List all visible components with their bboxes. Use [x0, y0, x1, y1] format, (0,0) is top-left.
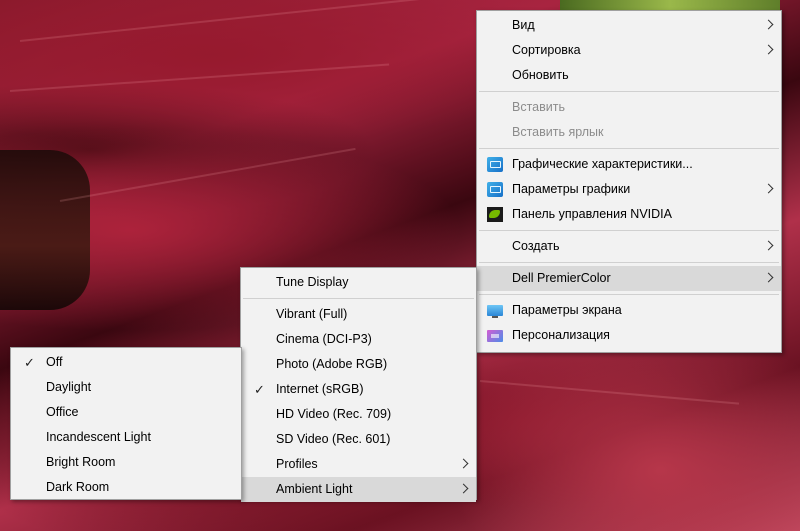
- intel-graphics-icon: [487, 182, 503, 197]
- wallpaper-shadow: [0, 150, 90, 310]
- menu-item-label: Bright Room: [46, 455, 116, 469]
- menu-item-label: Обновить: [512, 68, 569, 82]
- menu-item-label: SD Video (Rec. 601): [276, 432, 391, 446]
- menu-item-dell-premiercolor[interactable]: Dell PremierColor: [477, 266, 781, 291]
- menu-item-cinema[interactable]: Cinema (DCI-P3): [241, 327, 476, 352]
- wallpaper-streak: [9, 63, 390, 92]
- chevron-right-icon: [763, 183, 774, 194]
- menu-item-display-settings[interactable]: Параметры экрана: [477, 298, 781, 323]
- menu-item-nvidia-control-panel[interactable]: Панель управления NVIDIA: [477, 202, 781, 227]
- menu-separator: [479, 294, 779, 295]
- chevron-right-icon: [458, 458, 469, 469]
- menu-item-label: Internet (sRGB): [276, 382, 364, 396]
- premiercolor-submenu: Tune Display Vibrant (Full) Cinema (DCI-…: [240, 267, 477, 502]
- menu-item-graphics-settings[interactable]: Параметры графики: [477, 177, 781, 202]
- wallpaper-streak: [19, 0, 438, 42]
- menu-item-label: Tune Display: [276, 275, 349, 289]
- menu-item-off[interactable]: ✓ Off: [11, 350, 241, 375]
- menu-separator: [479, 91, 779, 92]
- check-icon: ✓: [254, 382, 265, 397]
- menu-item-label: Графические характеристики...: [512, 157, 693, 171]
- menu-item-label: Вставить ярлык: [512, 125, 604, 139]
- menu-item-refresh[interactable]: Обновить: [477, 63, 781, 88]
- menu-item-incandescent-light[interactable]: Incandescent Light: [11, 425, 241, 450]
- menu-item-label: Profiles: [276, 457, 318, 471]
- menu-item-sort[interactable]: Сортировка: [477, 38, 781, 63]
- menu-item-label: Создать: [512, 239, 560, 253]
- menu-item-tune-display[interactable]: Tune Display: [241, 270, 476, 295]
- menu-item-label: Daylight: [46, 380, 92, 394]
- menu-item-label: Dark Room: [46, 480, 110, 494]
- menu-item-label: Ambient Light: [276, 482, 353, 496]
- chevron-right-icon: [458, 483, 469, 494]
- menu-item-vibrant[interactable]: Vibrant (Full): [241, 302, 476, 327]
- personalization-icon: [487, 330, 503, 342]
- chevron-right-icon: [763, 272, 774, 283]
- menu-item-label: Панель управления NVIDIA: [512, 207, 672, 221]
- menu-item-label: Вид: [512, 18, 535, 32]
- menu-item-internet[interactable]: ✓ Internet (sRGB): [241, 377, 476, 402]
- menu-item-sd-video[interactable]: SD Video (Rec. 601): [241, 427, 476, 452]
- menu-item-label: Параметры графики: [512, 182, 631, 196]
- menu-item-ambient-light[interactable]: Ambient Light: [241, 477, 476, 502]
- display-icon: [487, 305, 503, 318]
- menu-separator: [479, 148, 779, 149]
- menu-item-label: HD Video (Rec. 709): [276, 407, 392, 421]
- desktop-context-menu: Вид Сортировка Обновить Вставить Вставит…: [476, 10, 782, 353]
- ambient-light-submenu: ✓ Off Daylight Office Incandescent Light…: [10, 347, 242, 500]
- wallpaper-streak: [59, 147, 356, 202]
- menu-item-paste: Вставить: [477, 95, 781, 120]
- menu-item-new[interactable]: Создать: [477, 234, 781, 259]
- nvidia-icon: [487, 207, 503, 222]
- check-icon: ✓: [24, 355, 35, 370]
- menu-item-label: Персонализация: [512, 328, 610, 342]
- menu-item-bright-room[interactable]: Bright Room: [11, 450, 241, 475]
- menu-item-daylight[interactable]: Daylight: [11, 375, 241, 400]
- wallpaper-streak: [479, 380, 740, 405]
- menu-separator: [243, 298, 474, 299]
- menu-item-label: Photo (Adobe RGB): [276, 357, 388, 371]
- menu-separator: [479, 262, 779, 263]
- menu-item-label: Сортировка: [512, 43, 581, 57]
- menu-item-hd-video[interactable]: HD Video (Rec. 709): [241, 402, 476, 427]
- menu-item-label: Dell PremierColor: [512, 271, 611, 285]
- menu-item-office[interactable]: Office: [11, 400, 241, 425]
- menu-item-label: Incandescent Light: [46, 430, 151, 444]
- menu-item-label: Office: [46, 405, 79, 419]
- menu-item-label: Вставить: [512, 100, 565, 114]
- intel-graphics-icon: [487, 157, 503, 172]
- chevron-right-icon: [763, 19, 774, 30]
- menu-item-label: Off: [46, 355, 63, 369]
- menu-item-graphics-properties[interactable]: Графические характеристики...: [477, 152, 781, 177]
- menu-item-label: Параметры экрана: [512, 303, 622, 317]
- menu-item-personalization[interactable]: Персонализация: [477, 323, 781, 348]
- menu-item-profiles[interactable]: Profiles: [241, 452, 476, 477]
- menu-separator: [479, 230, 779, 231]
- menu-item-paste-shortcut: Вставить ярлык: [477, 120, 781, 145]
- chevron-right-icon: [763, 44, 774, 55]
- menu-item-photo[interactable]: Photo (Adobe RGB): [241, 352, 476, 377]
- menu-item-dark-room[interactable]: Dark Room: [11, 475, 241, 500]
- menu-item-view[interactable]: Вид: [477, 13, 781, 38]
- chevron-right-icon: [763, 240, 774, 251]
- menu-item-label: Vibrant (Full): [276, 307, 348, 321]
- menu-item-label: Cinema (DCI-P3): [276, 332, 372, 346]
